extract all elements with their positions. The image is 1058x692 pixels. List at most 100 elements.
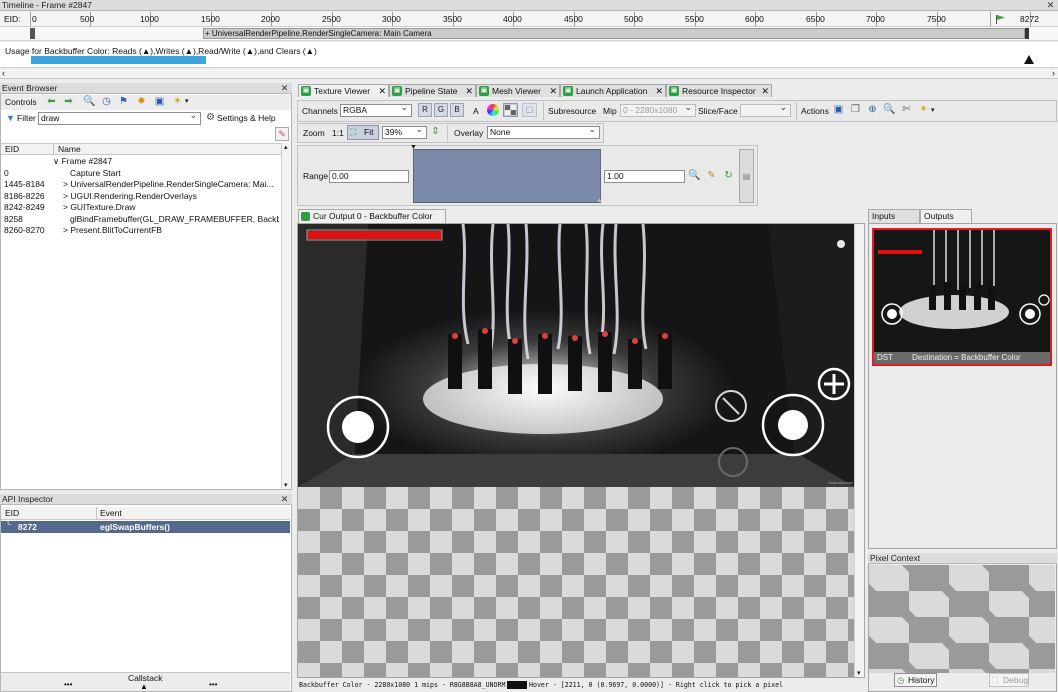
- event-scrollbar[interactable]: ▴ ▾: [281, 143, 291, 489]
- fit-button[interactable]: ⛶ Fit: [347, 125, 379, 140]
- event-row[interactable]: 0 Capture Start: [3, 168, 279, 180]
- channels-select[interactable]: RGBA: [340, 104, 412, 117]
- save-texture-icon[interactable]: ▣: [832, 104, 845, 116]
- range-max-input[interactable]: 1.00: [604, 170, 685, 183]
- range-min-input[interactable]: 0.00: [329, 170, 409, 183]
- more-left-icon[interactable]: •••: [64, 679, 72, 690]
- api-inspector-close-icon[interactable]: ✕: [280, 495, 289, 504]
- save-icon[interactable]: ▣: [153, 96, 166, 108]
- filter-icon: ▼: [6, 113, 15, 123]
- ruler-tick-label: 4500: [564, 14, 583, 24]
- checker-toggle-icon[interactable]: [503, 103, 518, 117]
- zoom-range-icon[interactable]: 🔍: [688, 170, 701, 182]
- channel-r-toggle[interactable]: R: [418, 103, 432, 117]
- tab-close-icon[interactable]: ✕: [378, 85, 386, 97]
- settings-help-link[interactable]: Settings & Help: [217, 113, 276, 124]
- output-thumbnail[interactable]: DST Destination = Backbuffer Color: [872, 228, 1052, 366]
- open-resource-icon[interactable]: ⊕: [866, 104, 879, 116]
- event-row-name: > Present.BlitToCurrentFB: [63, 225, 162, 235]
- range-histogram[interactable]: [413, 149, 601, 203]
- tab-window-icon: ▣: [669, 86, 679, 96]
- event-browser-close-icon[interactable]: ✕: [280, 84, 289, 93]
- event-row-eid: 8260-8270: [4, 225, 45, 235]
- tab-close-icon[interactable]: ✕: [549, 85, 557, 97]
- pick-color-icon[interactable]: ✎: [705, 170, 718, 182]
- prev-arrow-icon[interactable]: ⬅: [45, 96, 58, 108]
- more-right-icon[interactable]: •••: [209, 679, 217, 690]
- tab-label: Pipeline State: [405, 86, 458, 96]
- zoom-select[interactable]: 39%: [382, 126, 427, 139]
- tab-pipeline-state[interactable]: ▣ Pipeline State ✕: [389, 84, 476, 97]
- scroll-down-icon[interactable]: ▾: [284, 481, 288, 489]
- overlay-label: Overlay: [454, 128, 484, 138]
- filter-input[interactable]: draw: [38, 112, 201, 125]
- checkerboard-background: [298, 487, 858, 677]
- end-marker: [1025, 28, 1029, 39]
- copy-icon[interactable]: ❐: [849, 104, 862, 116]
- scroll-up-icon[interactable]: ▴: [284, 143, 288, 151]
- range-max-marker-icon[interactable]: ▲: [596, 197, 603, 204]
- event-row[interactable]: 8242-8249 > GUITexture.Draw: [3, 202, 279, 214]
- debug-button[interactable]: ⛶ Debug: [989, 673, 1029, 687]
- timeline-close-icon[interactable]: ✕: [1046, 1, 1055, 10]
- tab-close-icon[interactable]: ✕: [761, 85, 769, 97]
- range-min-marker-icon[interactable]: ▼: [410, 144, 417, 151]
- histogram-toggle-icon[interactable]: ▤: [739, 149, 754, 203]
- zoom-1to1-button[interactable]: 1:1: [332, 128, 344, 139]
- tab-close-icon[interactable]: ✕: [655, 85, 663, 97]
- channel-g-toggle[interactable]: G: [434, 103, 448, 117]
- scroll-left-icon[interactable]: ‹: [2, 68, 5, 78]
- viewer-vscrollbar[interactable]: ▾: [854, 224, 864, 677]
- tab-window-icon: ▣: [563, 86, 573, 96]
- controls-label: Controls: [5, 97, 37, 107]
- texture-viewport[interactable]: Unannounced ▾: [297, 223, 865, 678]
- zoom-label: Zoom: [303, 128, 325, 138]
- viewer-scroll-down-icon[interactable]: ▾: [857, 669, 861, 677]
- tab-texture-viewer[interactable]: ▣ Texture Viewer ✕: [298, 84, 389, 97]
- color-wheel-icon[interactable]: [487, 104, 499, 116]
- tab-launch-application[interactable]: ▣ Launch Application ✕: [560, 84, 666, 97]
- event-row[interactable]: 8186-8226 > UGUI.Rendering.RenderOverlays: [3, 191, 279, 203]
- bookmark-icon[interactable]: ⚑: [117, 96, 130, 108]
- viewer-tab[interactable]: Cur Output 0 - Backbuffer Color: [298, 209, 446, 223]
- camera-bar[interactable]: + UniversalRenderPipeline.RenderSingleCa…: [203, 28, 1025, 39]
- tab-resource-inspector[interactable]: ▣ Resource Inspector ✕: [666, 84, 772, 97]
- channel-b-toggle[interactable]: B: [450, 103, 464, 117]
- find-icon[interactable]: 🔍: [83, 96, 96, 108]
- mip-select[interactable]: 0 - 2280x1080: [620, 104, 696, 117]
- settings-gear-icon[interactable]: ⚙: [204, 112, 217, 124]
- find-texture-icon[interactable]: 🔍: [883, 104, 896, 116]
- tab-mesh-viewer[interactable]: ▣ Mesh Viewer ✕: [476, 84, 560, 97]
- reset-range-icon[interactable]: ↻: [722, 170, 735, 182]
- outputs-tab[interactable]: Outputs: [920, 209, 972, 223]
- history-button[interactable]: ◷ History: [894, 673, 937, 687]
- col-name: Name: [58, 144, 81, 154]
- overlay-select[interactable]: None: [487, 126, 600, 139]
- event-row[interactable]: 8258 glBindFramebuffer(GL_DRAW_FRAMEBUFFE…: [3, 214, 279, 226]
- callstack-arrow-icon[interactable]: ▲: [140, 682, 148, 691]
- star-menu-icon[interactable]: ✶: [171, 96, 184, 108]
- slice-face-select[interactable]: [740, 104, 791, 117]
- clock-icon[interactable]: ◷: [100, 96, 113, 108]
- flag-icon: [996, 15, 1006, 24]
- event-row[interactable]: ∨ Frame #2847: [3, 156, 279, 168]
- fit-icon: ⛶: [350, 127, 357, 137]
- inputs-tab[interactable]: Inputs: [868, 209, 920, 223]
- actions-chevron-down-icon[interactable]: ▾: [931, 106, 935, 114]
- scroll-right-icon[interactable]: ›: [1052, 68, 1055, 78]
- wrench-icon[interactable]: ✄: [900, 104, 913, 116]
- channel-a-label[interactable]: A: [473, 106, 479, 117]
- chevron-down-icon[interactable]: ▾: [185, 97, 189, 105]
- star-actions-icon[interactable]: ✶: [917, 104, 930, 116]
- edit-icon[interactable]: ✎: [275, 127, 289, 141]
- gear-icon[interactable]: ✹: [135, 96, 148, 108]
- event-row[interactable]: 1445-8184 > UniversalRenderPipeline.Rende…: [3, 179, 279, 191]
- reset-channels-icon[interactable]: ▢: [522, 103, 537, 117]
- flip-icon[interactable]: ⇕: [429, 126, 442, 138]
- timeline-scrollbar[interactable]: ‹ ›: [0, 68, 1058, 79]
- next-arrow-icon[interactable]: ➡: [62, 96, 75, 108]
- api-row-selected[interactable]: └ 8272 eglSwapBuffers(): [1, 519, 290, 533]
- tab-close-icon[interactable]: ✕: [465, 85, 473, 97]
- event-row[interactable]: 8260-8270 > Present.BlitToCurrentFB: [3, 225, 279, 237]
- api-col-event: Event: [100, 508, 122, 518]
